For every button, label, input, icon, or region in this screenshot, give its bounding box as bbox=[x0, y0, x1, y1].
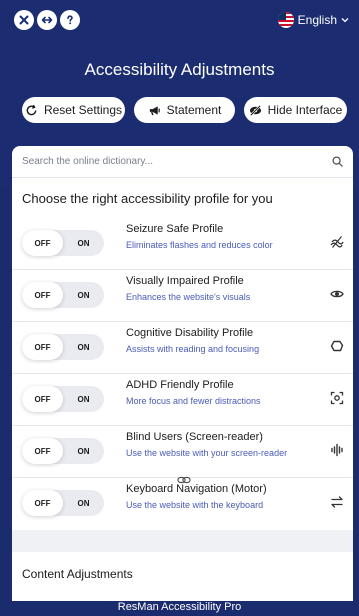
adhd-toggle[interactable]: OFF ON bbox=[22, 386, 104, 412]
cognitive-toggle[interactable]: OFF ON bbox=[22, 334, 104, 360]
toggle-on[interactable]: ON bbox=[63, 490, 104, 516]
focus-target-icon bbox=[330, 391, 344, 405]
toggle-on[interactable]: ON bbox=[63, 230, 104, 256]
toggle-off[interactable]: OFF bbox=[22, 438, 63, 464]
link-icon bbox=[177, 476, 191, 484]
toggle-on[interactable]: ON bbox=[63, 386, 104, 412]
top-bar: English bbox=[0, 0, 359, 40]
profile-description: Enhances the website's visuals bbox=[126, 292, 251, 302]
close-icon bbox=[19, 15, 29, 25]
close-button[interactable] bbox=[14, 10, 34, 30]
chevron-down-icon bbox=[341, 18, 349, 23]
reset-settings-label: Reset Settings bbox=[43, 103, 123, 117]
profile-description: Use the website with your screen-reader bbox=[126, 448, 288, 458]
search-input[interactable] bbox=[12, 146, 312, 177]
statement-label: Statement bbox=[166, 103, 222, 117]
toggle-on[interactable]: ON bbox=[63, 334, 104, 360]
profile-row-adhd: OFF ON ADHD Friendly Profile More focus … bbox=[12, 374, 353, 426]
eye-icon bbox=[330, 287, 344, 301]
profile-row-cognitive: OFF ON Cognitive Disability Profile Assi… bbox=[12, 322, 353, 374]
profile-description: Assists with reading and focusing bbox=[126, 344, 260, 354]
profile-title: Seizure Safe Profile bbox=[126, 223, 224, 235]
profile-description: More focus and fewer distractions bbox=[126, 396, 261, 406]
search-bar bbox=[12, 146, 353, 178]
page-title: Accessibility Adjustments bbox=[84, 60, 275, 79]
footer-brand: ResMan Accessibility Pro bbox=[117, 601, 242, 613]
settings-panel: Choose the right accessibility profile f… bbox=[12, 146, 353, 601]
lightning-off-icon bbox=[330, 235, 344, 249]
toggle-on[interactable]: ON bbox=[63, 438, 104, 464]
hide-interface-label: Hide Interface bbox=[267, 103, 343, 117]
keyboard-navigation-toggle[interactable]: OFF ON bbox=[22, 490, 104, 516]
visually-impaired-toggle[interactable]: OFF ON bbox=[22, 282, 104, 308]
statement-button[interactable]: Statement bbox=[134, 97, 235, 123]
brain-icon bbox=[330, 339, 344, 353]
language-label: English bbox=[297, 13, 337, 27]
toggle-off[interactable]: OFF bbox=[22, 386, 63, 412]
profile-title: Blind Users (Screen-reader) bbox=[126, 431, 263, 443]
help-button[interactable] bbox=[60, 10, 80, 30]
profile-title: ADHD Friendly Profile bbox=[126, 379, 234, 391]
audio-wave-icon bbox=[330, 443, 344, 457]
profile-row-seizure-safe: OFF ON Seizure Safe Profile Eliminates f… bbox=[12, 218, 353, 270]
profile-row-visually-impaired: OFF ON Visually Impaired Profile Enhance… bbox=[12, 270, 353, 322]
move-button[interactable] bbox=[37, 10, 57, 30]
profile-description: Use the website with the keyboard bbox=[126, 500, 264, 510]
profile-title: Visually Impaired Profile bbox=[126, 275, 244, 287]
refresh-icon bbox=[26, 104, 37, 115]
search-icon[interactable] bbox=[332, 156, 343, 167]
toggle-off[interactable]: OFF bbox=[22, 230, 63, 256]
profile-title: Cognitive Disability Profile bbox=[126, 327, 254, 339]
profiles-heading: Choose the right accessibility profile f… bbox=[22, 191, 273, 206]
section-divider bbox=[12, 530, 353, 552]
profile-description: Eliminates flashes and reduces color bbox=[126, 240, 273, 250]
toggle-on[interactable]: ON bbox=[63, 282, 104, 308]
question-icon bbox=[67, 15, 73, 25]
megaphone-icon bbox=[149, 105, 160, 115]
arrows-swap-icon bbox=[330, 495, 344, 509]
blind-users-toggle[interactable]: OFF ON bbox=[22, 438, 104, 464]
seizure-safe-toggle[interactable]: OFF ON bbox=[22, 230, 104, 256]
arrows-horizontal-icon bbox=[41, 16, 53, 24]
eye-slash-icon bbox=[249, 104, 261, 116]
content-adjustments-heading[interactable]: Content Adjustments bbox=[22, 567, 133, 581]
toggle-off[interactable]: OFF bbox=[22, 282, 63, 308]
toggle-off[interactable]: OFF bbox=[22, 334, 63, 360]
profile-row-blind-users: OFF ON Blind Users (Screen-reader) Use t… bbox=[12, 426, 353, 478]
language-selector[interactable]: English bbox=[277, 11, 349, 29]
toggle-off[interactable]: OFF bbox=[22, 490, 63, 516]
reset-settings-button[interactable]: Reset Settings bbox=[22, 97, 125, 123]
profile-title: Keyboard Navigation (Motor) bbox=[126, 483, 267, 495]
us-flag-icon bbox=[277, 12, 294, 28]
hide-interface-button[interactable]: Hide Interface bbox=[244, 97, 347, 123]
